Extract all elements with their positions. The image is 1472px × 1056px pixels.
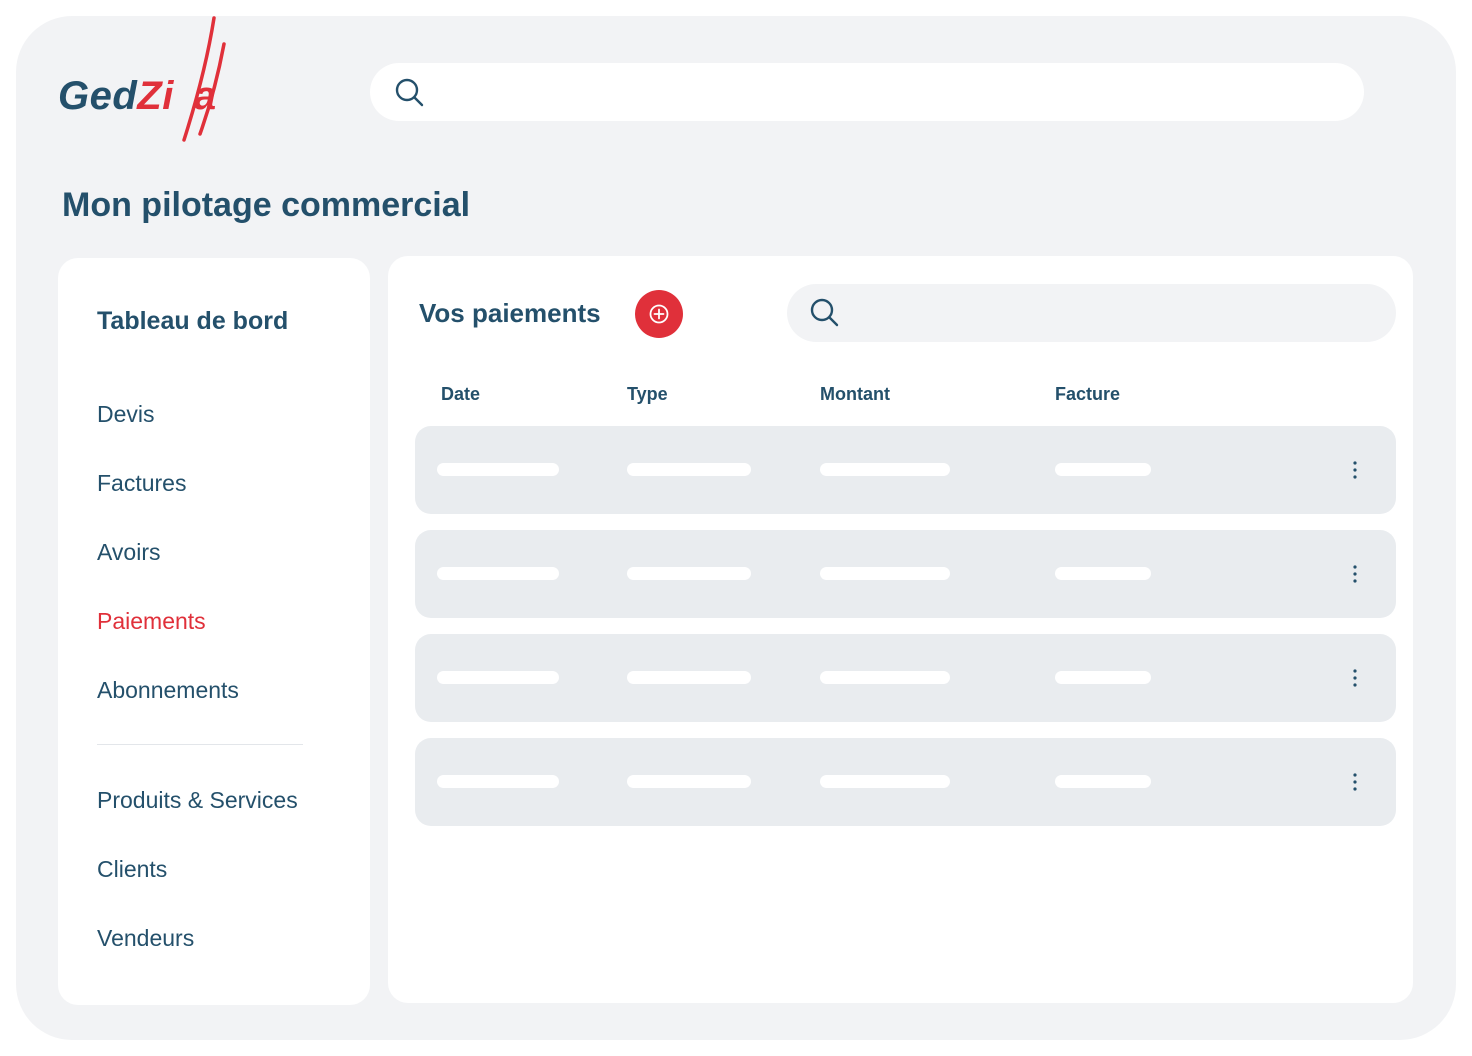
placeholder-bar: [1055, 567, 1151, 580]
sidebar-item-abonnements[interactable]: Abonnements: [97, 677, 239, 704]
more-vertical-icon[interactable]: [1345, 458, 1365, 482]
sidebar-divider: [97, 744, 303, 745]
page-title: Mon pilotage commercial: [62, 186, 471, 224]
sidebar-item-paiements[interactable]: Paiements: [97, 608, 206, 635]
table-row[interactable]: [415, 738, 1396, 826]
sidebar: Tableau de bord Devis Factures Avoirs Pa…: [58, 258, 370, 1005]
more-vertical-icon[interactable]: [1345, 770, 1365, 794]
search-icon: [809, 297, 841, 334]
column-header-type[interactable]: Type: [627, 384, 668, 405]
app-frame: GedZi a Mon pilotage commercial Tableau d…: [16, 16, 1456, 1040]
placeholder-bar: [1055, 671, 1151, 684]
table-row[interactable]: [415, 426, 1396, 514]
table-row[interactable]: [415, 634, 1396, 722]
more-vertical-icon[interactable]: [1345, 562, 1365, 586]
placeholder-bar: [820, 567, 950, 580]
sidebar-item-vendeurs[interactable]: Vendeurs: [97, 925, 194, 952]
placeholder-bar: [437, 671, 559, 684]
column-header-montant[interactable]: Montant: [820, 384, 890, 405]
logo-text: GedZi a: [58, 74, 217, 118]
add-payment-button[interactable]: [635, 290, 683, 338]
placeholder-bar: [627, 671, 751, 684]
placeholder-bar: [437, 463, 559, 476]
column-header-facture[interactable]: Facture: [1055, 384, 1120, 405]
placeholder-bar: [820, 463, 950, 476]
sidebar-item-devis[interactable]: Devis: [97, 401, 155, 428]
placeholder-bar: [627, 463, 751, 476]
sidebar-item-avoirs[interactable]: Avoirs: [97, 539, 161, 566]
placeholder-bar: [437, 775, 559, 788]
plus-circle-icon: [649, 304, 669, 324]
placeholder-bar: [820, 671, 950, 684]
placeholder-bar: [820, 775, 950, 788]
placeholder-bar: [627, 567, 751, 580]
panel-title: Vos paiements: [419, 298, 601, 328]
placeholder-bar: [1055, 463, 1151, 476]
logo: GedZi a: [58, 16, 258, 146]
payments-panel: Vos paiements Date Type Montant Facture: [388, 256, 1413, 1003]
sidebar-title[interactable]: Tableau de bord: [97, 307, 288, 336]
more-vertical-icon[interactable]: [1345, 666, 1365, 690]
placeholder-bar: [1055, 775, 1151, 788]
sidebar-item-clients[interactable]: Clients: [97, 856, 167, 883]
global-search-input[interactable]: [370, 63, 1364, 121]
placeholder-bar: [437, 567, 559, 580]
search-icon: [394, 77, 426, 114]
payments-search-input[interactable]: [787, 284, 1396, 342]
sidebar-item-produits-services[interactable]: Produits & Services: [97, 787, 298, 814]
placeholder-bar: [627, 775, 751, 788]
sidebar-item-factures[interactable]: Factures: [97, 470, 186, 497]
table-row[interactable]: [415, 530, 1396, 618]
column-header-date[interactable]: Date: [441, 384, 480, 405]
